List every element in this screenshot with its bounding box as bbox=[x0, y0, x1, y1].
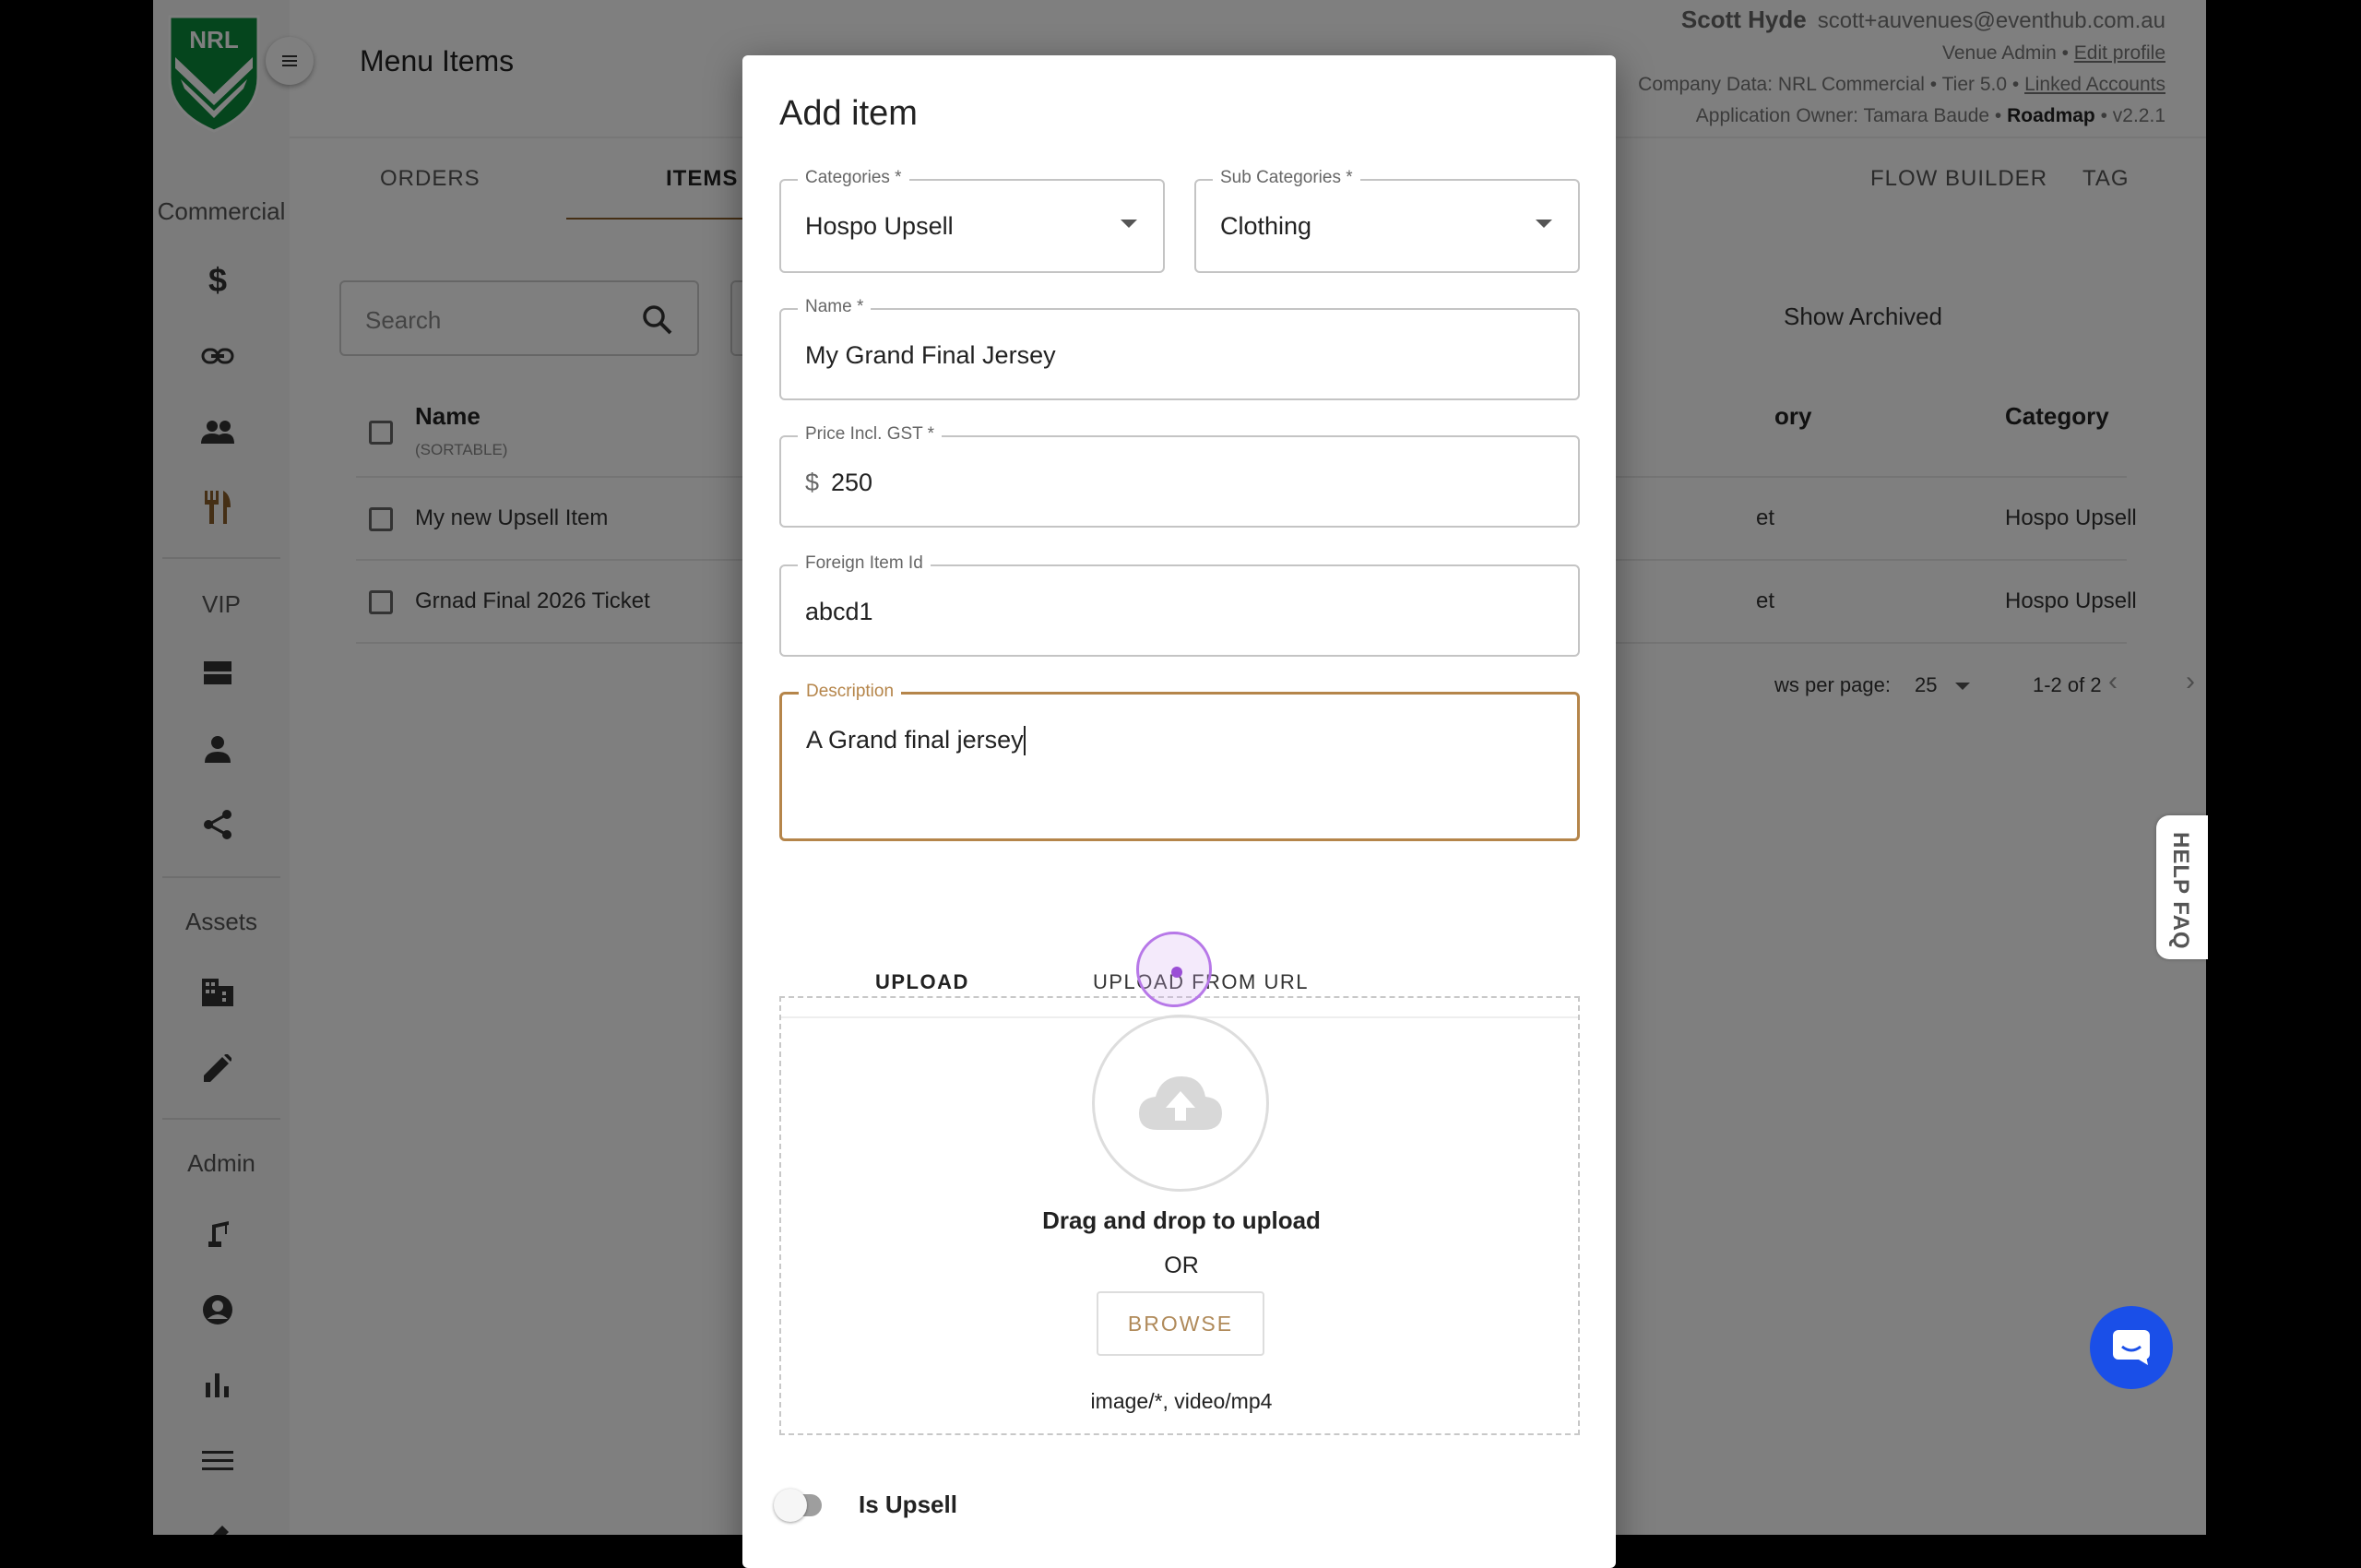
accepted-types: image/*, video/mp4 bbox=[1090, 1389, 1273, 1413]
foreign-item-id-label: Foreign Item Id bbox=[798, 553, 931, 574]
chevron-down-icon bbox=[1536, 220, 1552, 228]
browse-button[interactable]: BROWSE bbox=[1097, 1291, 1264, 1356]
chat-button[interactable] bbox=[2090, 1306, 2173, 1389]
add-item-dialog: Add item Categories * Hospo Upsell Sub C… bbox=[742, 55, 1616, 1568]
cursor-dot bbox=[1171, 967, 1182, 978]
subcategories-label: Sub Categories * bbox=[1213, 168, 1360, 188]
categories-label: Categories * bbox=[798, 168, 909, 188]
text-cursor bbox=[1024, 726, 1026, 755]
help-faq-tab[interactable]: HELP FAQ bbox=[2156, 815, 2208, 959]
upload-icon-circle bbox=[1092, 1015, 1269, 1192]
description-textarea[interactable]: Description A Grand final jersey bbox=[779, 682, 1580, 841]
chat-icon bbox=[2113, 1330, 2150, 1365]
upload-dropzone[interactable]: Drag and drop to upload OR BROWSE image/… bbox=[779, 996, 1580, 1435]
cursor-click-indicator bbox=[1136, 932, 1212, 1007]
description-value: A Grand final jersey bbox=[806, 726, 1024, 754]
subcategories-select[interactable]: Sub Categories * Clothing bbox=[1194, 168, 1580, 273]
categories-select[interactable]: Categories * Hospo Upsell bbox=[779, 168, 1165, 273]
tab-upload[interactable]: UPLOAD bbox=[875, 970, 969, 994]
name-label: Name * bbox=[798, 297, 872, 317]
help-faq-label: HELP FAQ bbox=[2168, 832, 2193, 950]
dropzone-title: Drag and drop to upload bbox=[1042, 1206, 1321, 1234]
is-upsell-label: Is Upsell bbox=[859, 1491, 957, 1518]
cloud-upload-icon bbox=[1139, 1076, 1222, 1130]
name-value: My Grand Final Jersey bbox=[805, 341, 1056, 369]
foreign-item-id-value: abcd1 bbox=[805, 598, 873, 625]
price-field[interactable]: Price Incl. GST * $ 250 bbox=[779, 424, 1580, 528]
subcategories-value: Clothing bbox=[1220, 212, 1312, 240]
dropzone-or: OR bbox=[1164, 1253, 1199, 1278]
price-value: 250 bbox=[831, 469, 873, 496]
price-label: Price Incl. GST * bbox=[798, 424, 943, 445]
chevron-down-icon bbox=[1121, 220, 1137, 228]
dialog-title: Add item bbox=[779, 94, 918, 133]
categories-value: Hospo Upsell bbox=[805, 212, 954, 240]
name-field[interactable]: Name * My Grand Final Jersey bbox=[779, 297, 1580, 400]
is-upsell-toggle[interactable] bbox=[774, 1489, 822, 1522]
foreign-item-id-field[interactable]: Foreign Item Id abcd1 bbox=[779, 553, 1580, 657]
toggle-knob bbox=[774, 1489, 807, 1522]
currency-prefix: $ bbox=[805, 469, 820, 496]
description-label: Description bbox=[799, 682, 902, 702]
